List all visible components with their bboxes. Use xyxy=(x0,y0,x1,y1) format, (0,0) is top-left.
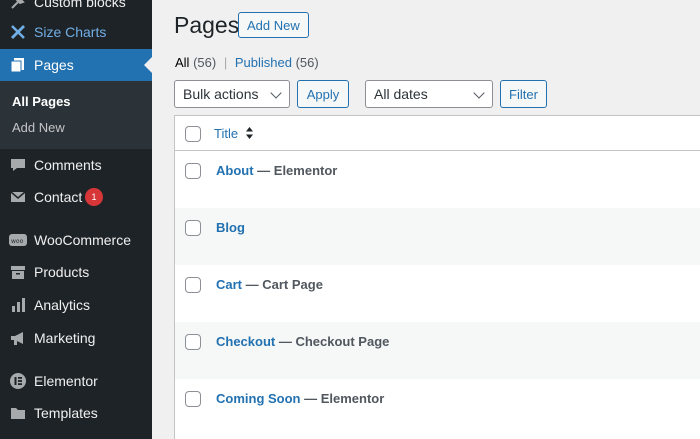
table-row: Coming Soon — Elementor xyxy=(175,379,700,436)
row-checkbox[interactable] xyxy=(185,334,201,350)
woo-icon: woo xyxy=(8,230,28,250)
menu-item-comments[interactable]: Comments xyxy=(0,149,152,181)
menu-label: Comments xyxy=(34,157,102,173)
date-filter-value: All dates xyxy=(374,86,428,102)
menu-item-contact[interactable]: Contact 1 xyxy=(0,181,152,213)
chevron-down-icon xyxy=(473,87,485,99)
pin-icon xyxy=(8,0,28,12)
page-title: Pages xyxy=(174,12,240,38)
menu-label: Products xyxy=(34,264,90,280)
post-state: — Elementor xyxy=(300,391,385,406)
select-all-checkbox[interactable] xyxy=(185,126,201,142)
menu-item-products[interactable]: Products xyxy=(0,256,152,288)
bar-chart-icon xyxy=(8,295,28,315)
column-title-sort[interactable]: Title xyxy=(214,126,238,141)
apply-button[interactable]: Apply xyxy=(297,80,349,108)
mail-icon xyxy=(8,187,28,207)
row-title: Blog xyxy=(216,220,245,235)
page-title-link[interactable]: Coming Soon xyxy=(216,391,301,406)
pages-table: Title About — Elementor Blog Cart — Cart… xyxy=(174,115,700,439)
table-row: Cart — Cart Page xyxy=(175,265,700,322)
page-title-link[interactable]: Blog xyxy=(216,220,245,235)
menu-item-woocommerce[interactable]: woo WooCommerce xyxy=(0,224,152,256)
date-filter-select[interactable]: All dates xyxy=(365,80,493,108)
pages-submenu: All Pages Add New xyxy=(0,81,152,149)
post-state: — Checkout Page xyxy=(275,334,390,349)
sort-icon xyxy=(245,126,254,140)
filter-published-count: (56) xyxy=(295,55,319,70)
post-state: — Cart Page xyxy=(242,277,323,292)
add-new-button[interactable]: Add New xyxy=(238,12,309,38)
admin-sidebar: Custom blocks Size Charts Pages All Page… xyxy=(0,0,152,439)
page-title-link[interactable]: Cart xyxy=(216,277,242,292)
row-checkbox[interactable] xyxy=(185,220,201,236)
submenu-all-pages[interactable]: All Pages xyxy=(12,94,71,109)
table-header: Title xyxy=(175,116,700,151)
menu-label: Elementor xyxy=(34,373,98,389)
menu-label: Contact xyxy=(34,189,83,205)
table-row: About — Elementor xyxy=(175,151,700,208)
filter-button[interactable]: Filter xyxy=(500,80,547,108)
row-checkbox[interactable] xyxy=(185,277,201,293)
menu-label: Analytics xyxy=(34,297,91,313)
elementor-icon xyxy=(8,371,28,391)
svg-text:woo: woo xyxy=(11,238,24,245)
menu-label: Marketing xyxy=(34,330,96,346)
menu-item-analytics[interactable]: Analytics xyxy=(0,289,152,321)
filter-published-link[interactable]: Published xyxy=(235,55,292,70)
bulk-actions-select[interactable]: Bulk actions xyxy=(174,80,290,108)
row-checkbox[interactable] xyxy=(185,163,201,179)
table-row: Blog xyxy=(175,208,700,265)
menu-item-templates[interactable]: Templates xyxy=(0,397,152,429)
pages-icon xyxy=(8,55,28,75)
page-title-link[interactable]: About xyxy=(216,163,254,178)
menu-label: Templates xyxy=(34,405,98,421)
filter-all-count: (56) xyxy=(193,55,217,70)
megaphone-icon xyxy=(8,328,28,348)
chevron-down-icon xyxy=(270,87,282,99)
row-checkbox[interactable] xyxy=(185,391,201,407)
row-title: About — Elementor xyxy=(216,163,337,178)
menu-item-pages[interactable]: Pages xyxy=(0,49,152,81)
row-title: Checkout — Checkout Page xyxy=(216,334,389,349)
row-title: Coming Soon — Elementor xyxy=(216,391,384,406)
folder-icon xyxy=(8,403,28,423)
menu-label: Pages xyxy=(34,57,74,73)
bulk-actions-value: Bulk actions xyxy=(183,86,259,102)
menu-label: Custom blocks xyxy=(34,0,126,10)
filter-separator: | xyxy=(223,55,228,70)
menu-item-size-charts[interactable]: Size Charts xyxy=(0,16,152,48)
submenu-add-new[interactable]: Add New xyxy=(12,120,65,135)
menu-item-marketing[interactable]: Marketing xyxy=(0,322,152,354)
filter-all-link[interactable]: All xyxy=(175,55,189,70)
page-title-link[interactable]: Checkout xyxy=(216,334,275,349)
menu-item-elementor[interactable]: Elementor xyxy=(0,365,152,397)
comment-icon xyxy=(8,155,28,175)
row-title: Cart — Cart Page xyxy=(216,277,323,292)
ruler-icon xyxy=(8,22,28,42)
menu-label: Size Charts xyxy=(34,24,107,40)
notification-badge: 1 xyxy=(85,188,103,206)
status-filter-links: All (56) | Published (56) xyxy=(175,55,319,70)
post-state: — Elementor xyxy=(253,163,338,178)
menu-label: WooCommerce xyxy=(34,232,131,248)
archive-icon xyxy=(8,262,28,282)
table-row: Checkout — Checkout Page xyxy=(175,322,700,379)
